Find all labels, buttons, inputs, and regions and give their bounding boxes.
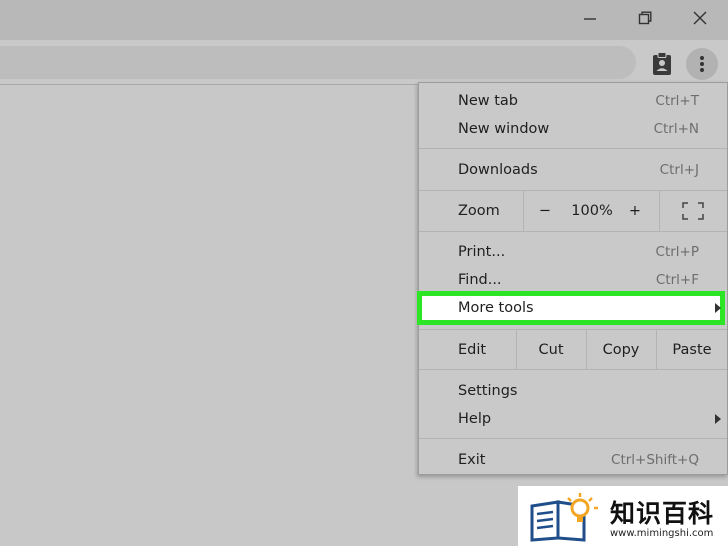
submenu-arrow-icon	[715, 303, 721, 313]
menu-item-label: More tools	[458, 300, 534, 316]
watermark: 知识百科 www.mimingshi.com	[518, 486, 728, 546]
zoom-divider	[659, 191, 660, 231]
kebab-menu-icon	[700, 56, 704, 72]
copy-button[interactable]: Copy	[587, 330, 655, 370]
close-icon	[693, 11, 707, 25]
clipboard-person-icon	[653, 52, 671, 75]
menu-item-settings[interactable]: Settings	[419, 377, 727, 405]
cut-label: Cut	[538, 342, 564, 358]
menu-item-find[interactable]: Find... Ctrl+F	[419, 266, 727, 294]
zoom-row: Zoom − 100% +	[419, 191, 727, 231]
fullscreen-icon	[682, 202, 704, 220]
menu-item-shortcut: Ctrl+T	[655, 93, 699, 109]
close-window-button[interactable]	[672, 0, 728, 36]
paste-button[interactable]: Paste	[657, 330, 727, 370]
menu-item-more-tools[interactable]: More tools	[419, 294, 727, 322]
copy-label: Copy	[602, 342, 640, 358]
menu-item-shortcut: Ctrl+P	[655, 244, 699, 260]
browser-window: New tab Ctrl+T New window Ctrl+N Downloa…	[0, 0, 728, 546]
menu-item-new-window[interactable]: New window Ctrl+N	[419, 115, 727, 143]
minimize-button[interactable]	[562, 0, 618, 36]
watermark-title: 知识百科	[610, 499, 715, 528]
extension-button[interactable]	[648, 50, 676, 78]
menu-item-shortcut: Ctrl+Shift+Q	[611, 452, 699, 468]
menu-separator	[419, 438, 727, 439]
title-bar	[0, 0, 728, 40]
zoom-level-value: 100%	[571, 203, 613, 219]
edit-label: Edit	[458, 342, 487, 358]
edit-row: Edit Cut Copy Paste	[419, 330, 727, 370]
zoom-out-button[interactable]: −	[531, 191, 559, 231]
menu-item-label: New window	[458, 121, 550, 137]
toolbar-divider	[0, 84, 418, 85]
menu-item-label: Downloads	[458, 162, 538, 178]
zoom-in-label: +	[628, 203, 642, 219]
zoom-level: 100%	[565, 191, 619, 231]
paste-label: Paste	[672, 342, 712, 358]
browser-toolbar	[0, 40, 728, 84]
menu-item-label: Settings	[458, 383, 518, 399]
menu-item-label: Find...	[458, 272, 502, 288]
menu-item-label: Exit	[458, 452, 486, 468]
submenu-arrow-icon	[715, 414, 721, 424]
menu-item-exit[interactable]: Exit Ctrl+Shift+Q	[419, 446, 727, 474]
menu-separator	[419, 369, 727, 370]
fullscreen-button[interactable]	[671, 191, 715, 231]
menu-separator	[419, 231, 727, 232]
menu-item-new-tab[interactable]: New tab Ctrl+T	[419, 87, 727, 115]
watermark-url: www.mimingshi.com	[610, 528, 714, 539]
minimize-icon	[584, 18, 596, 20]
menu-item-label: Print...	[458, 244, 506, 260]
menu-item-label: Help	[458, 411, 492, 427]
menu-item-downloads[interactable]: Downloads Ctrl+J	[419, 156, 727, 184]
zoom-out-label: −	[538, 203, 552, 219]
cut-button[interactable]: Cut	[517, 330, 585, 370]
menu-item-shortcut: Ctrl+F	[655, 272, 699, 288]
chrome-menu: New tab Ctrl+T New window Ctrl+N Downloa…	[417, 82, 728, 475]
restore-icon	[638, 11, 652, 25]
menu-item-shortcut: Ctrl+J	[659, 162, 699, 178]
menu-separator	[419, 148, 727, 149]
book-lightbulb-logo-icon	[530, 493, 598, 542]
menu-item-help[interactable]: Help	[419, 405, 727, 433]
menu-item-label: New tab	[458, 93, 519, 109]
zoom-divider	[523, 191, 524, 231]
zoom-label: Zoom	[458, 203, 500, 219]
menu-item-print[interactable]: Print... Ctrl+P	[419, 238, 727, 266]
address-bar[interactable]	[0, 46, 636, 79]
restore-button[interactable]	[617, 0, 673, 36]
menu-item-shortcut: Ctrl+N	[653, 121, 699, 137]
zoom-in-button[interactable]: +	[621, 191, 649, 231]
chrome-menu-button[interactable]	[686, 48, 718, 80]
